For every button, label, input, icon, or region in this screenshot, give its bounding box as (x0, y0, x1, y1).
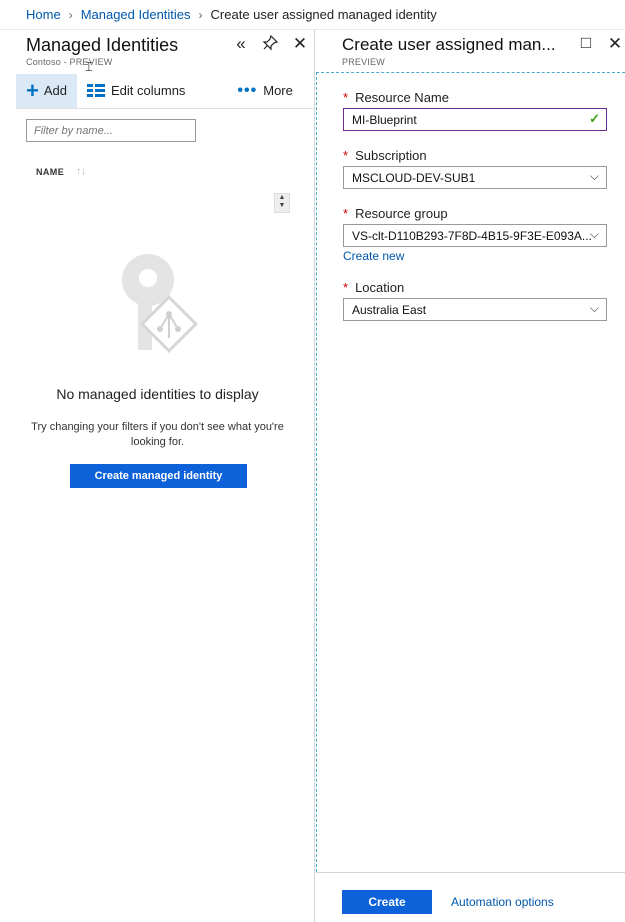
location-label: * Location (343, 280, 405, 295)
add-label: Add (43, 83, 67, 98)
close-icon[interactable]: ✕ (605, 34, 625, 54)
subscription-label: * Subscription (343, 148, 427, 163)
pin-icon[interactable] (260, 34, 280, 56)
resource-name-input[interactable]: MI-Blueprint ✓ (343, 108, 607, 131)
breadcrumb-home[interactable]: Home (26, 7, 61, 22)
chevron-right-icon: › (198, 7, 203, 22)
collapse-icon[interactable]: « (231, 34, 251, 54)
subscription-select[interactable]: MSCLOUD-DEV-SUB1 ⌵ (343, 166, 607, 189)
more-button[interactable]: ••• More (227, 74, 302, 108)
blade-subtitle: PREVIEW (342, 57, 385, 67)
checkmark-icon: ✓ (589, 111, 600, 126)
resource-group-label: * Resource group (343, 206, 448, 221)
create-new-link[interactable]: Create new (343, 249, 404, 263)
scroll-arrows-icon[interactable]: ▲ ▼ (274, 193, 290, 213)
chevron-down-icon: ⌵ (589, 301, 599, 315)
resource-group-value: VS-clt-D110B293-7F8D-4B15-9F3E-E093A... (352, 229, 592, 243)
close-icon[interactable]: ✕ (290, 34, 310, 54)
edit-columns-label: Edit columns (111, 83, 186, 98)
toolbar: + Add Edit columns ••• More (16, 73, 315, 109)
blade-title: Create user assigned man... (342, 35, 556, 54)
location-select[interactable]: Australia East ⌵ (343, 298, 607, 321)
automation-options-link[interactable]: Automation options (451, 895, 554, 909)
blade-subtitle: Contoso - PREVIEW (26, 57, 113, 67)
required-mark: * (343, 280, 349, 295)
create-managed-identity-button[interactable]: Create managed identity (70, 464, 247, 488)
form-region: * Resource Name MI-Blueprint ✓ * Subscript… (316, 72, 625, 872)
create-identity-blade: Create user assigned man... PREVIEW □ ✕ … (316, 30, 625, 922)
required-mark: * (343, 206, 349, 221)
required-mark: * (343, 90, 349, 105)
breadcrumb-managed-identities[interactable]: Managed Identities (81, 7, 191, 22)
chevron-right-icon: › (68, 7, 73, 22)
resource-name-label: * Resource Name (343, 90, 449, 105)
chevron-down-icon: ⌵ (589, 227, 599, 241)
edit-columns-button[interactable]: Edit columns (77, 74, 195, 108)
managed-identity-icon (122, 254, 198, 353)
more-label: More (263, 83, 293, 98)
chevron-down-icon: ⌵ (589, 169, 599, 183)
blade-title: Managed Identities (26, 35, 179, 55)
empty-state-title: No managed identities to display (56, 386, 259, 402)
empty-state-hint: Try changing your filters if you don't s… (31, 421, 284, 448)
plus-icon: + (26, 77, 39, 103)
column-header-name[interactable]: NAME (36, 167, 64, 177)
ellipsis-icon: ••• (237, 81, 258, 99)
columns-icon (87, 84, 105, 97)
blade-footer: Create Automation options (316, 872, 625, 922)
subscription-value: MSCLOUD-DEV-SUB1 (352, 171, 476, 185)
managed-identities-blade: Managed Identities Contoso - PREVIEW ⌶ «… (0, 30, 315, 922)
resource-name-value: MI-Blueprint (352, 113, 417, 127)
maximize-icon[interactable]: □ (576, 33, 596, 53)
resource-group-select[interactable]: VS-clt-D110B293-7F8D-4B15-9F3E-E093A... … (343, 224, 607, 247)
sort-icon[interactable]: ↑↓ (76, 166, 86, 177)
location-value: Australia East (352, 303, 427, 317)
required-mark: * (343, 148, 349, 163)
add-button[interactable]: + Add (16, 73, 77, 108)
breadcrumb-current: Create user assigned managed identity (210, 7, 437, 22)
breadcrumb: Home › Managed Identities › Create user … (0, 0, 625, 30)
create-button[interactable]: Create (342, 890, 432, 914)
filter-input[interactable] (26, 119, 196, 142)
